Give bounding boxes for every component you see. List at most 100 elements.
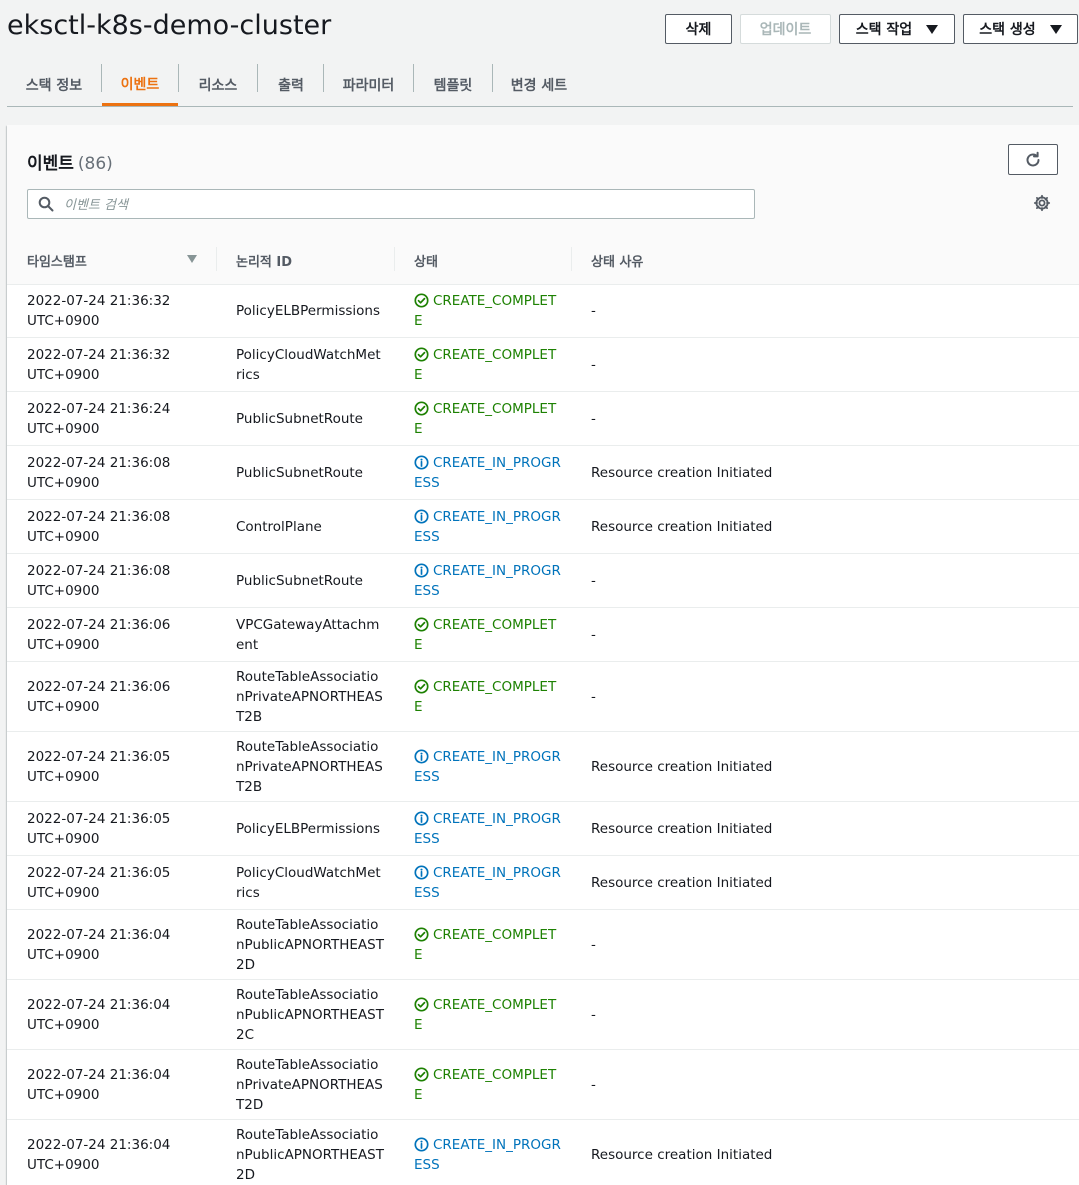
column-header-status[interactable]: 상태 [414,251,438,270]
timestamp-zone: UTC+0900 [27,582,100,599]
table-row[interactable]: 2022-07-24 21:36:05 UTC+0900 PolicyCloudWa… [7,856,1079,910]
tab-change-sets[interactable]: 변경 세트 [493,64,585,106]
status-text: CREATE_IN_PROGRESS [414,1136,561,1173]
table-row[interactable]: 2022-07-24 21:36:32 UTC+0900 PolicyELBPerm… [7,284,1079,338]
events-title: 이벤트 (86) [27,149,113,174]
table-row[interactable]: 2022-07-24 21:36:04 UTC+0900 RouteTableAss… [7,910,1079,980]
info-icon [414,562,429,578]
timestamp-zone: UTC+0900 [27,1086,100,1103]
tab-parameters[interactable]: 파라미터 [324,64,413,106]
status-text: CREATE_COMPLETE [414,346,557,383]
timestamp-cell: 2022-07-24 21:36:08 UTC+0900 [27,453,207,493]
refresh-icon [1026,151,1040,166]
update-button[interactable]: 업데이트 [740,14,831,44]
table-row[interactable]: 2022-07-24 21:36:24 UTC+0900 PublicSubnetR… [7,392,1079,446]
status-text: CREATE_IN_PROGRESS [414,562,561,599]
table-row[interactable]: 2022-07-24 21:36:08 UTC+0900 PublicSubnetR… [7,446,1079,500]
timestamp-cell: 2022-07-24 21:36:04 UTC+0900 [27,1065,207,1105]
logical-id-cell: PolicyCloudWatchMetrics [236,346,381,383]
stack-actions-button[interactable]: 스택 작업 [839,14,955,44]
table-row[interactable]: 2022-07-24 21:36:08 UTC+0900 ControlPlane C… [7,500,1079,554]
status-text: CREATE_IN_PROGRESS [414,810,561,847]
timestamp-zone: UTC+0900 [27,884,100,901]
success-check-icon [414,346,429,362]
status-reason-cell: - [591,1076,596,1093]
status-cell: CREATE_COMPLETE [414,925,564,965]
column-header-logical-id[interactable]: 논리적 ID [236,251,292,270]
success-check-icon [414,1066,429,1082]
status-reason-cell: - [591,688,596,705]
tab-stack-info[interactable]: 스택 정보 [7,64,101,106]
create-stack-button[interactable]: 스택 생성 [963,14,1078,44]
delete-button[interactable]: 삭제 [665,14,732,44]
logical-id-cell: PolicyCloudWatchMetrics [236,864,381,901]
status-reason-cell: - [591,1006,596,1023]
status-cell: CREATE_IN_PROGRESS [414,747,564,787]
status-text: CREATE_IN_PROGRESS [414,864,561,901]
timestamp-cell: 2022-07-24 21:36:05 UTC+0900 [27,809,207,849]
timestamp-cell: 2022-07-24 21:36:05 UTC+0900 [27,747,207,787]
timestamp-date: 2022-07-24 21:36:24 [27,400,171,417]
timestamp-zone: UTC+0900 [27,420,100,437]
info-icon [414,810,429,826]
timestamp-date: 2022-07-24 21:36:08 [27,454,171,471]
timestamp-date: 2022-07-24 21:36:04 [27,1066,171,1083]
status-reason-cell: Resource creation Initiated [591,820,773,837]
table-row[interactable]: 2022-07-24 21:36:04 UTC+0900 RouteTableAss… [7,980,1079,1050]
status-cell: CREATE_IN_PROGRESS [414,453,564,493]
caret-down-icon [926,24,939,34]
status-text: CREATE_COMPLETE [414,1066,557,1103]
timestamp-zone: UTC+0900 [27,946,100,963]
success-check-icon [414,616,429,632]
events-table-body: 2022-07-24 21:36:32 UTC+0900 PolicyELBPerm… [7,284,1079,1185]
status-cell: CREATE_COMPLETE [414,345,564,385]
search-field[interactable] [27,189,755,219]
table-row[interactable]: 2022-07-24 21:36:32 UTC+0900 PolicyCloudWa… [7,338,1079,392]
table-row[interactable]: 2022-07-24 21:36:05 UTC+0900 RouteTableAss… [7,732,1079,802]
table-row[interactable]: 2022-07-24 21:36:04 UTC+0900 RouteTableAss… [7,1050,1079,1120]
table-row[interactable]: 2022-07-24 21:36:06 UTC+0900 RouteTableAss… [7,662,1079,732]
logical-id-cell: RouteTableAssociationPrivateAPNORTHEAST2… [236,738,383,795]
timestamp-date: 2022-07-24 21:36:06 [27,678,171,695]
success-check-icon [414,400,429,416]
timestamp-zone: UTC+0900 [27,698,100,715]
logical-id-cell: RouteTableAssociationPublicAPNORTHEAST2C [236,986,384,1043]
timestamp-date: 2022-07-24 21:36:32 [27,292,171,309]
status-reason-cell: Resource creation Initiated [591,464,773,481]
timestamp-cell: 2022-07-24 21:36:06 UTC+0900 [27,615,207,655]
column-header-timestamp[interactable]: 타임스탬프 [27,251,87,270]
status-text: CREATE_COMPLETE [414,678,557,715]
column-header-status-reason[interactable]: 상태 사유 [591,251,643,270]
status-cell: CREATE_COMPLETE [414,291,564,331]
table-row[interactable]: 2022-07-24 21:36:06 UTC+0900 VPCGatewayAtt… [7,608,1079,662]
table-row[interactable]: 2022-07-24 21:36:08 UTC+0900 PublicSubnetR… [7,554,1079,608]
timestamp-zone: UTC+0900 [27,1016,100,1033]
settings-gear-icon[interactable] [1033,194,1051,212]
table-row[interactable]: 2022-07-24 21:36:05 UTC+0900 PolicyELBPerm… [7,802,1079,856]
timestamp-zone: UTC+0900 [27,1156,100,1173]
success-check-icon [414,292,429,308]
timestamp-cell: 2022-07-24 21:36:04 UTC+0900 [27,925,207,965]
caret-down-icon [1049,24,1062,34]
sort-descending-icon[interactable] [187,255,197,263]
tab-outputs[interactable]: 출력 [258,64,324,106]
status-cell: CREATE_IN_PROGRESS [414,1135,564,1175]
logical-id-cell: ControlPlane [236,518,322,535]
timestamp-date: 2022-07-24 21:36:05 [27,864,171,881]
info-icon [414,454,429,470]
column-divider [216,247,217,271]
page-header: eksctl-k8s-demo-cluster 삭제 업데이트 스택 작업 스택… [0,0,1079,56]
events-panel-header: 이벤트 (86) [7,125,1079,236]
timestamp-date: 2022-07-24 21:36:04 [27,1136,171,1153]
timestamp-date: 2022-07-24 21:36:06 [27,616,171,633]
tab-resources[interactable]: 리소스 [179,64,257,106]
search-input[interactable] [62,194,746,216]
status-text: CREATE_COMPLETE [414,616,557,653]
logical-id-cell: RouteTableAssociationPrivateAPNORTHEAST2… [236,1056,383,1113]
table-row[interactable]: 2022-07-24 21:36:04 UTC+0900 RouteTableAss… [7,1120,1079,1185]
status-text: CREATE_COMPLETE [414,400,557,437]
events-count: (86) [77,154,113,174]
tab-events[interactable]: 이벤트 [102,64,178,106]
tab-template[interactable]: 템플릿 [414,64,492,106]
refresh-button[interactable] [1008,144,1058,175]
